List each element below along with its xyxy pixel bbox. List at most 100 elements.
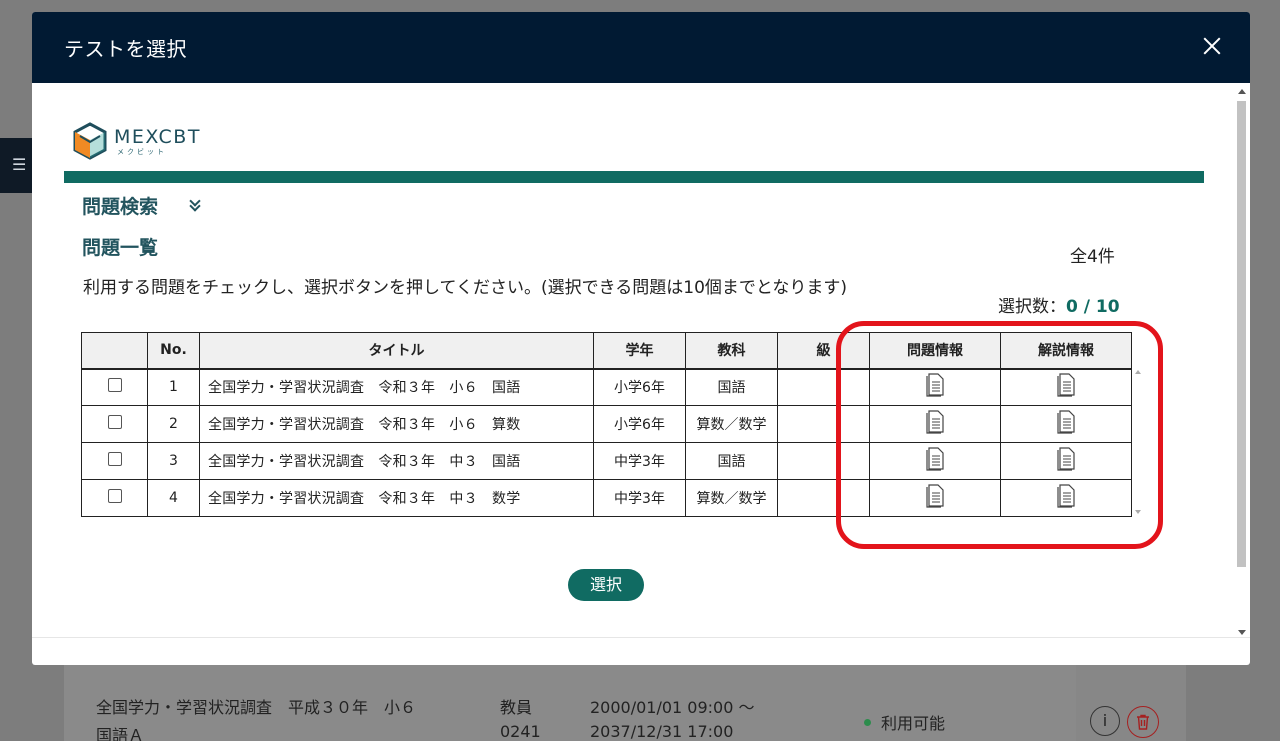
search-section-toggle[interactable]: 問題検索: [82, 192, 204, 219]
table-row: 4 全国学力・学習状況調査 令和３年 中３ 数学 中学3年 算数／数学: [81, 479, 1132, 517]
question-document-icon[interactable]: [925, 447, 945, 471]
selected-count-separator: /: [1077, 297, 1096, 317]
header-no: No.: [147, 332, 200, 369]
selected-count-value: 0: [1066, 297, 1078, 317]
scroll-up-icon[interactable]: [1238, 89, 1246, 94]
row-grade: 中学3年: [593, 442, 686, 480]
background-row-author: 教員 0241: [500, 694, 541, 741]
answer-document-icon[interactable]: [1056, 373, 1076, 397]
mexcbt-logo-icon: [73, 122, 107, 160]
question-table: No. タイトル 学年 教科 級 問題情報 解説情報 1 全国学力・学習状況調査…: [81, 332, 1132, 517]
row-answer-info-cell: [1000, 368, 1132, 406]
table-row: 2 全国学力・学習状況調査 令和３年 小６ 算数 小学6年 算数／数学: [81, 405, 1132, 443]
modal-scrollbar[interactable]: [1235, 87, 1248, 637]
background-row-period: 2000/01/01 09:00 〜 2037/12/31 17:00: [590, 694, 755, 741]
header-check: [81, 332, 148, 369]
question-document-icon[interactable]: [925, 373, 945, 397]
row-answer-info-cell: [1000, 442, 1132, 480]
row-question-info-cell: [869, 405, 1001, 443]
question-document-icon[interactable]: [925, 484, 945, 508]
table-row: 1 全国学力・学習状況調査 令和３年 小６ 国語 小学6年 国語: [81, 368, 1132, 406]
logo-main-text: MEXCBT: [114, 126, 201, 148]
instructions-text: 利用する問題をチェックし、選択ボタンを押してください。(選択できる問題は10個ま…: [83, 278, 848, 298]
selected-count-max: 10: [1095, 297, 1120, 317]
question-document-icon[interactable]: [925, 410, 945, 434]
row-title: 全国学力・学習状況調査 令和３年 中３ 国語: [199, 442, 594, 480]
answer-document-icon[interactable]: [1056, 484, 1076, 508]
row-subject: 国語: [685, 442, 778, 480]
close-icon[interactable]: [1200, 34, 1224, 58]
sidebar-toggle[interactable]: ☰: [0, 138, 32, 193]
table-scroll-up-icon[interactable]: [1135, 370, 1141, 374]
table-row: 3 全国学力・学習状況調査 令和３年 中３ 国語 中学3年 国語: [81, 442, 1132, 480]
modal-title: テストを選択: [64, 37, 187, 61]
row-check-cell: [81, 442, 148, 480]
row-question-info-cell: [869, 479, 1001, 517]
header-answer-info: 解説情報: [1000, 332, 1132, 369]
row-level: [777, 368, 870, 406]
row-level: [777, 442, 870, 480]
modal-header: テストを選択: [32, 12, 1250, 83]
row-subject: 算数／数学: [685, 479, 778, 517]
row-check-cell: [81, 368, 148, 406]
row-no: 4: [147, 479, 200, 517]
background-row-author-label: 教員: [500, 698, 533, 717]
row-checkbox[interactable]: [107, 489, 122, 503]
row-subject: 算数／数学: [685, 405, 778, 443]
select-button[interactable]: 選択: [568, 569, 644, 601]
info-icon: i: [1102, 711, 1108, 730]
logo-sub-text: メクビット: [117, 148, 167, 156]
table-scrollbar[interactable]: [1133, 368, 1143, 516]
selected-count-label: 選択数：: [998, 297, 1066, 317]
header-subject: 教科: [685, 332, 778, 369]
selected-count: 選択数：0 / 10: [998, 292, 1120, 317]
list-section-title: 問題一覧: [82, 237, 159, 259]
status-dot-icon: [864, 718, 871, 726]
row-check-cell: [81, 479, 148, 517]
answer-document-icon[interactable]: [1056, 410, 1076, 434]
scroll-down-icon[interactable]: [1238, 630, 1246, 635]
background-status-label: 利用可能: [881, 714, 946, 733]
teal-divider: [64, 171, 1204, 183]
background-row-id: 0241: [500, 722, 541, 741]
answer-document-icon[interactable]: [1056, 447, 1076, 471]
row-grade: 小学6年: [593, 405, 686, 443]
chevron-double-down-icon[interactable]: [186, 194, 204, 215]
background-row-period-start: 2000/01/01 09:00 〜: [590, 698, 755, 717]
row-title: 全国学力・学習状況調査 令和３年 中３ 数学: [199, 479, 594, 517]
table-scroll-down-icon[interactable]: [1135, 510, 1141, 514]
row-checkbox[interactable]: [107, 452, 122, 466]
row-no: 3: [147, 442, 200, 480]
delete-button[interactable]: [1127, 706, 1159, 738]
header-level: 級: [777, 332, 870, 369]
row-grade: 小学6年: [593, 368, 686, 406]
list-section-header: 問題一覧: [82, 233, 158, 260]
row-question-info-cell: [869, 442, 1001, 480]
info-button[interactable]: i: [1090, 706, 1120, 736]
select-test-modal: テストを選択 MEXCBT メクビット 問題検索 問題一覧 全4件 利用する問題…: [32, 12, 1250, 665]
header-title: タイトル: [199, 332, 594, 369]
modal-footer-divider: [32, 637, 1250, 638]
row-no: 2: [147, 405, 200, 443]
header-question-info: 問題情報: [869, 332, 1001, 369]
row-checkbox[interactable]: [107, 378, 122, 393]
list-icon: ☰: [12, 155, 27, 174]
row-checkbox[interactable]: [107, 415, 122, 429]
table-header-row: No. タイトル 学年 教科 級 問題情報 解説情報: [81, 332, 1132, 369]
background-status: 利用可能: [864, 710, 945, 734]
row-no: 1: [147, 368, 200, 406]
background-row-title-line1: 全国学力・学習状況調査 平成３０年 小６: [96, 698, 417, 717]
row-title: 全国学力・学習状況調査 令和３年 小６ 算数: [199, 405, 594, 443]
mexcbt-logo: MEXCBT メクビット: [72, 122, 201, 160]
trash-icon: [1137, 714, 1149, 730]
row-level: [777, 479, 870, 517]
background-row-period-end: 2037/12/31 17:00: [590, 722, 734, 741]
search-section-title: 問題検索: [82, 196, 159, 218]
header-grade: 学年: [593, 332, 686, 369]
question-table-wrapper: No. タイトル 学年 教科 級 問題情報 解説情報 1 全国学力・学習状況調査…: [81, 332, 1141, 517]
total-count: 全4件: [1070, 247, 1115, 267]
scroll-thumb[interactable]: [1237, 101, 1246, 567]
row-check-cell: [81, 405, 148, 443]
row-level: [777, 405, 870, 443]
background-row-title: 全国学力・学習状況調査 平成３０年 小６ 国語Ａ: [96, 694, 416, 741]
